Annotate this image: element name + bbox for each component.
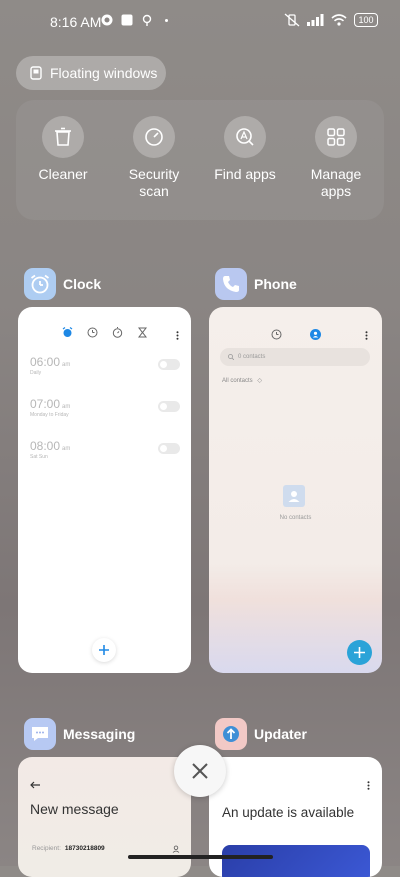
phone-more-icon[interactable] [365,331,368,340]
battery-level: 100 [358,15,374,25]
alarm-ampm: am [62,362,71,368]
add-alarm-button[interactable] [92,638,116,662]
alarm-ampm: am [62,446,71,452]
manage-apps-label-line1: Manage [310,166,362,182]
battery-icon: 100 [354,13,378,27]
recipient-label: Recipient: [32,845,61,852]
gauge-icon [145,128,163,146]
alarm-row[interactable]: 07:00 am Monday to Friday [30,397,180,418]
phone-app-name: Phone [254,276,297,292]
alarm-repeat: Monday to Friday [30,412,69,418]
home-indicator[interactable] [128,855,273,859]
cleaner-button[interactable]: Cleaner [23,116,103,183]
notification-location-icon [142,14,152,26]
contacts-search-placeholder: 0 contacts [238,354,266,360]
chevron-down-icon: ◇ [257,378,262,384]
status-time: 8:16 AM [50,14,102,30]
updater-app-header[interactable]: Updater [215,718,307,750]
phone-app-card[interactable]: 0 contacts All contacts ◇ No contacts [209,307,382,673]
updater-app-card[interactable]: An update is available [209,757,382,877]
alarm-time: 08:00 [30,439,61,453]
chat-bubble-icon [32,727,48,741]
floating-windows-label: Floating windows [50,65,158,81]
updater-more-icon[interactable] [367,781,370,790]
alarm-row[interactable]: 08:00 am Sat Sun [30,439,180,460]
phone-app-icon [215,268,247,300]
plus-icon [99,645,109,655]
find-apps-label: Find apps [214,166,276,182]
alarm-repeat: Sat Sun [30,454,48,460]
quick-actions-panel: Cleaner Security scan Find apps Manage a… [16,100,384,220]
clock-app-name: Clock [63,276,102,292]
alarm-time: 07:00 [30,397,61,411]
alarm-repeat: Daily [30,370,42,376]
recipient-field[interactable]: Recipient: 18730218809 [32,845,180,853]
clock-more-icon[interactable] [176,331,179,340]
alarm-ampm: am [62,404,71,410]
contacts-filter[interactable]: All contacts ◇ [222,377,262,384]
cleaner-label: Cleaner [38,166,88,182]
alarm-time: 06:00 [30,355,61,369]
notification-square-icon [121,14,133,26]
manage-apps-button[interactable]: Manage apps [296,116,376,200]
vibrate-off-icon [284,13,300,27]
notification-app-icon [101,14,113,26]
messaging-app-icon [24,718,56,750]
update-banner-image [222,845,370,877]
alarm-row[interactable]: 06:00 am Daily [30,355,180,376]
contacts-filter-label: All contacts [222,378,253,384]
empty-contacts-icon [283,485,305,507]
alarm-clock-icon [30,274,50,294]
wifi-icon [331,14,347,26]
grid-icon [327,128,345,146]
floating-window-icon [30,66,42,80]
updater-app-icon [215,718,247,750]
back-arrow-icon[interactable] [30,781,40,789]
security-scan-button[interactable]: Security scan [114,116,194,200]
alarm-toggle[interactable] [158,401,180,412]
alarm-tab-icon[interactable] [62,327,73,338]
clock-app-header[interactable]: Clock [24,268,101,300]
recents-tab-icon[interactable] [271,329,282,340]
contacts-tab-icon[interactable] [310,329,321,340]
more-notifications-dot-icon [165,18,168,22]
phone-app-header[interactable]: Phone [215,268,297,300]
search-icon [228,354,234,360]
empty-contacts-text: No contacts [279,515,312,521]
update-available-title: An update is available [222,805,355,820]
security-scan-label-line2: scan [139,183,169,199]
world-clock-tab-icon[interactable] [87,327,98,338]
recipient-value: 18730218809 [64,845,105,852]
contact-picker-icon[interactable] [172,845,180,853]
messaging-app-name: Messaging [63,726,136,742]
timer-tab-icon[interactable] [137,327,148,338]
floating-windows-button[interactable]: Floating windows [16,56,166,90]
app-search-icon [236,128,254,146]
updater-app-name: Updater [254,726,307,742]
messaging-app-card[interactable]: New message Recipient: 18730218809 [18,757,191,877]
clock-tabs [62,327,148,338]
clock-app-icon [24,268,56,300]
phone-handset-icon [223,276,239,292]
plus-icon [354,647,365,658]
stopwatch-tab-icon[interactable] [112,327,123,338]
alarm-toggle[interactable] [158,443,180,454]
alarm-toggle[interactable] [158,359,180,370]
add-contact-button[interactable] [347,640,372,665]
trash-icon [55,127,71,146]
clear-all-button[interactable] [174,745,226,797]
update-arrow-icon [223,726,239,742]
person-icon [288,491,300,502]
manage-apps-label-line2: apps [320,183,352,199]
status-bar: 8:16 AM 100 [0,0,400,44]
new-message-title: New message [30,801,119,817]
messaging-app-header[interactable]: Messaging [24,718,135,750]
close-icon [192,763,208,779]
clock-app-card[interactable]: 06:00 am Daily 07:00 am Monday to Friday 0… [18,307,191,673]
signal-icon [307,14,324,26]
security-scan-label-line1: Security [128,166,180,182]
contacts-search-bar[interactable]: 0 contacts [220,348,370,366]
find-apps-button[interactable]: Find apps [205,116,285,183]
